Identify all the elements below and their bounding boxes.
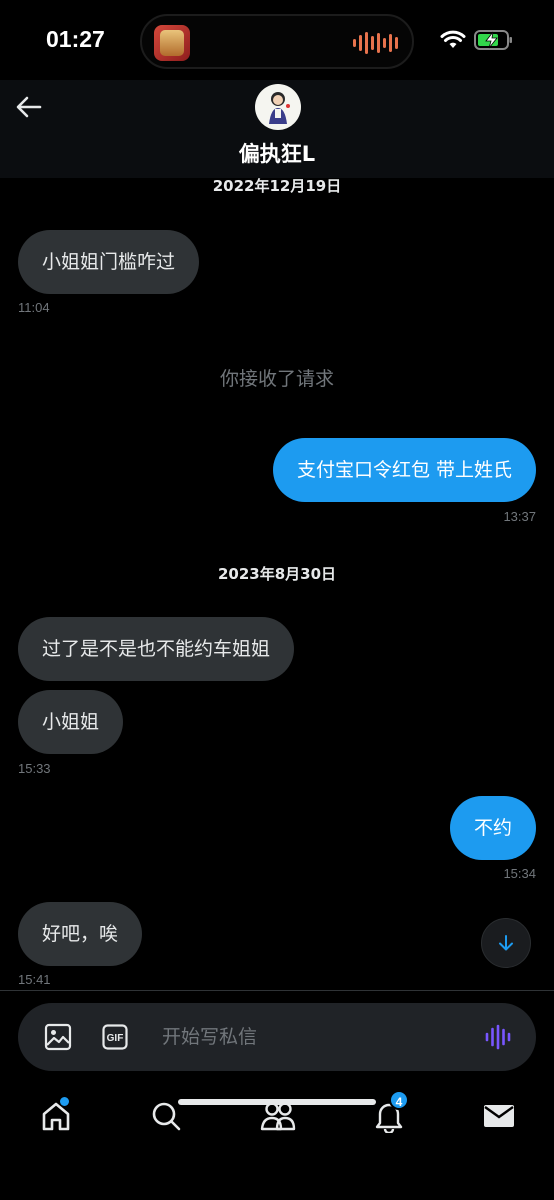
search-icon — [152, 1102, 181, 1131]
status-time: 01:27 — [46, 26, 105, 52]
message-timestamp: 15:41 — [18, 972, 51, 987]
tab-home[interactable] — [36, 1096, 76, 1136]
composer-area: GIF — [0, 990, 554, 1082]
contact-name[interactable]: 偏执狂L — [0, 138, 554, 168]
svg-text:GIF: GIF — [107, 1033, 124, 1044]
back-arrow-icon[interactable] — [14, 92, 44, 122]
date-separator: 2023年8月30日 — [217, 565, 337, 583]
message-input[interactable] — [162, 1017, 462, 1057]
tab-messages[interactable] — [479, 1096, 519, 1136]
message-composer: GIF — [18, 1003, 536, 1071]
conversation-header: 偏执狂L — [0, 80, 554, 178]
notifications-badge: 4 — [389, 1090, 409, 1110]
message-timestamp: 13:37 — [503, 509, 536, 524]
outgoing-message[interactable]: 不约 — [449, 796, 536, 860]
incoming-message[interactable]: 小姐姐 — [18, 690, 124, 754]
message-timestamp: 11:04 — [18, 300, 50, 315]
incoming-message[interactable]: 小姐姐门槛咋过 — [18, 230, 200, 294]
contact-avatar[interactable] — [255, 84, 301, 130]
date-separator: 2022年12月19日 — [212, 177, 342, 195]
battery-charging-icon — [474, 30, 512, 50]
gif-icon[interactable]: GIF — [102, 1024, 128, 1050]
live-activity-app-icon — [154, 25, 190, 61]
dynamic-island[interactable] — [140, 14, 414, 69]
outgoing-message[interactable]: 支付宝口令红包 带上姓氏 — [272, 438, 536, 502]
message-timestamp: 15:33 — [18, 761, 51, 776]
incoming-message[interactable]: 好吧，唉 — [18, 902, 143, 966]
system-note: 你接收了请求 — [219, 368, 334, 390]
message-timestamp: 15:34 — [503, 866, 536, 881]
scroll-to-bottom-button[interactable] — [481, 918, 531, 968]
audio-waveform-icon — [353, 31, 398, 55]
image-icon[interactable] — [44, 1023, 72, 1051]
voice-message-icon[interactable] — [484, 1023, 512, 1051]
arrow-down-icon — [499, 935, 513, 951]
envelope-icon — [484, 1105, 514, 1127]
wifi-icon — [440, 30, 466, 48]
home-indicator[interactable] — [178, 1099, 376, 1105]
status-bar: 01:27 — [0, 0, 554, 80]
incoming-message[interactable]: 过了是不是也不能约车姐姐 — [18, 617, 295, 681]
new-content-dot — [60, 1097, 69, 1106]
